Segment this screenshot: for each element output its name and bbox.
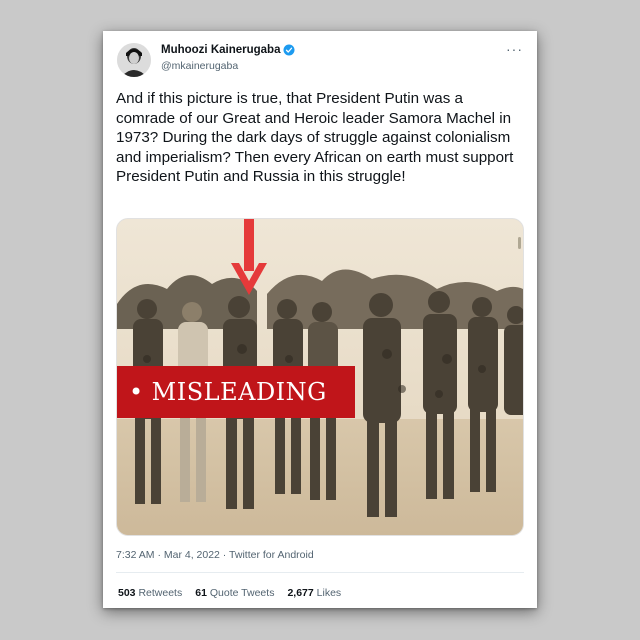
likes-stat[interactable]: 2,677 Likes — [287, 587, 341, 599]
engagement-stats: 503 Retweets 61 Quote Tweets 2,677 Likes — [118, 587, 341, 599]
likes-label: Likes — [316, 587, 342, 599]
avatar-image — [117, 43, 151, 77]
avatar[interactable] — [117, 43, 151, 77]
likes-count: 2,677 — [287, 587, 314, 599]
tweet-text: And if this picture is true, that Presid… — [116, 90, 514, 185]
quote-tweets-label: Quote Tweets — [209, 587, 275, 599]
retweets-stat[interactable]: 503 Retweets — [118, 587, 182, 599]
retweets-label: Retweets — [138, 587, 183, 599]
label-bullet: • — [129, 378, 144, 406]
quote-tweets-stat[interactable]: 61 Quote Tweets — [195, 587, 274, 599]
quote-tweets-count: 61 — [195, 587, 207, 599]
down-arrow-icon — [231, 219, 267, 295]
meta-separator: · — [219, 549, 230, 561]
source-link[interactable]: Twitter for Android — [229, 549, 314, 561]
tweet-media[interactable]: • MISLEADING — [116, 218, 524, 536]
divider — [116, 572, 524, 573]
misleading-label: • MISLEADING — [117, 366, 355, 418]
label-text: MISLEADING — [151, 378, 327, 406]
user-handle[interactable]: @mkainerugaba — [161, 60, 238, 72]
retweets-count: 503 — [118, 587, 136, 599]
tweet-card: Muhoozi Kainerugaba @mkainerugaba ··· An… — [103, 31, 537, 608]
tweet-meta: 7:32 AM · Mar 4, 2022 · Twitter for Andr… — [116, 549, 314, 561]
display-name-row[interactable]: Muhoozi Kainerugaba — [161, 44, 295, 56]
display-name[interactable]: Muhoozi Kainerugaba — [161, 44, 280, 56]
timestamp-link[interactable]: 7:32 AM · Mar 4, 2022 — [116, 549, 220, 561]
more-horizontal-icon[interactable]: ··· — [506, 41, 523, 57]
verified-badge-icon — [283, 44, 295, 56]
